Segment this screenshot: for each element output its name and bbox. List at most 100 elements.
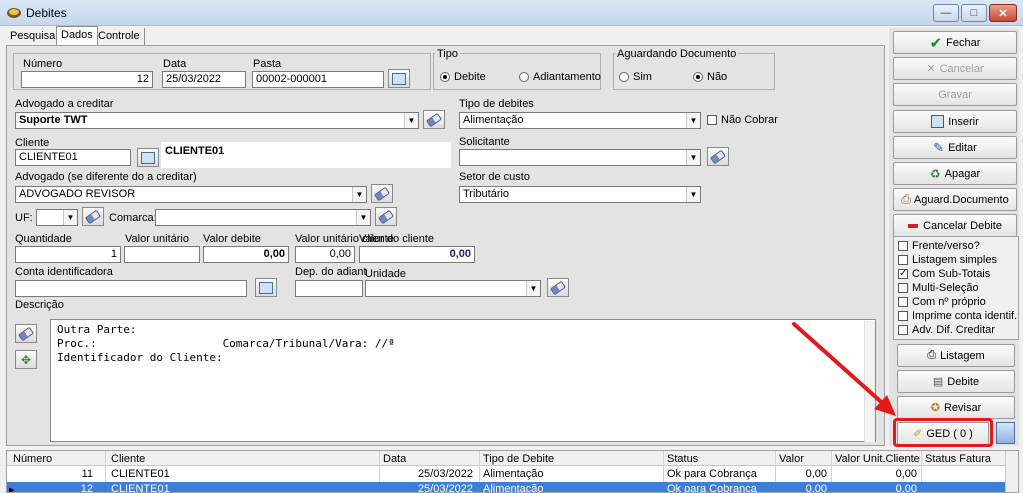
- dep-adiant-field[interactable]: [295, 280, 363, 297]
- app-logo-icon: [7, 8, 21, 18]
- grid-scrollbar[interactable]: [1005, 451, 1018, 492]
- option-com-numero-proprio[interactable]: Com nº próprio: [898, 296, 986, 308]
- data-field[interactable]: 25/03/2022: [162, 71, 246, 88]
- debite-button[interactable]: ▤ Debite: [897, 370, 1015, 393]
- advogado-credit-select[interactable]: Suporte TWT ▼: [15, 112, 419, 129]
- pasta-field[interactable]: 00002-000001: [252, 71, 384, 88]
- advogado-select[interactable]: ADVOGADO REVISOR ▼: [15, 186, 367, 203]
- cancelar-debite-button[interactable]: Cancelar Debite: [893, 214, 1017, 237]
- close-button[interactable]: ✕: [989, 4, 1017, 22]
- gravar-button[interactable]: Gravar: [893, 83, 1017, 106]
- descricao-textarea[interactable]: Outra Parte: Proc.: Comarca/Tribunal/Var…: [50, 319, 876, 442]
- nao-cobrar-checkbox[interactable]: Não Cobrar: [707, 114, 778, 126]
- eraser-icon: [84, 209, 102, 224]
- chevron-down-icon: ▼: [686, 113, 700, 128]
- clear-descricao-button[interactable]: [15, 324, 37, 343]
- search-icon: [259, 281, 273, 294]
- tipo-debites-label: Tipo de debites: [459, 98, 534, 110]
- check-icon: ✔: [929, 34, 943, 52]
- maximize-button[interactable]: □: [961, 4, 987, 22]
- pencil-icon: ✎: [933, 139, 945, 155]
- numero-field[interactable]: 12: [21, 71, 153, 88]
- col-valor[interactable]: Valor: [779, 453, 804, 465]
- valor-unitario-field[interactable]: [124, 246, 200, 263]
- cancelar-button[interactable]: ✕ Cancelar: [893, 57, 1017, 80]
- conta-lookup-button[interactable]: [255, 278, 277, 297]
- clear-advogado-credit-button[interactable]: [423, 110, 445, 129]
- setor-select[interactable]: Tributário ▼: [459, 186, 701, 203]
- aguard-documento-button[interactable]: ⎙ Aguard.Documento: [893, 188, 1017, 211]
- revisar-icon: ✪: [930, 402, 940, 414]
- advogado-credit-label: Advogado a creditar: [15, 98, 114, 110]
- dep-adiant-label: Dep. do adiant: [295, 266, 367, 278]
- col-data[interactable]: Data: [383, 453, 406, 465]
- col-cliente[interactable]: Cliente: [111, 453, 145, 465]
- tipo-debite-radio[interactable]: Debite: [440, 71, 486, 83]
- uf-select[interactable]: ▼: [36, 209, 78, 226]
- options-group: Frente/verso? Listagem simples ✓ Com Sub-…: [893, 236, 1019, 340]
- inserir-button[interactable]: Inserir: [893, 110, 1017, 133]
- conta-field[interactable]: [15, 280, 247, 297]
- chevron-down-icon: ▼: [356, 210, 370, 225]
- col-status[interactable]: Status: [667, 453, 698, 465]
- clear-comarca-button[interactable]: [375, 207, 397, 226]
- table-row[interactable]: 11 CLIENTE01 25/03/2022 Alimentação Ok p…: [7, 467, 1007, 481]
- solicitante-select[interactable]: ▼: [459, 149, 701, 166]
- col-valor-unit-cliente[interactable]: Valor Unit.Cliente: [835, 453, 920, 465]
- clear-solicitante-button[interactable]: [707, 147, 729, 166]
- window-title: Debites: [26, 6, 67, 20]
- option-imprime-conta[interactable]: Imprime conta identif.: [898, 310, 1017, 322]
- title-bar: Debites — □ ✕: [0, 0, 1023, 26]
- cancel-icon: ✕: [926, 63, 936, 75]
- tipo-adiantamento-radio[interactable]: Adiantamento: [519, 71, 601, 83]
- valor-debite-field[interactable]: 0,00: [203, 246, 289, 263]
- comarca-select[interactable]: ▼: [155, 209, 371, 226]
- editar-button[interactable]: ✎ Editar: [893, 136, 1017, 159]
- option-multi-selecao[interactable]: Multi-Seleção: [898, 282, 979, 294]
- printer-icon: ⎙: [901, 192, 911, 206]
- table-row-selected[interactable]: ▸ 12 CLIENTE01 25/03/2022 Alimentação Ok…: [7, 482, 1007, 492]
- eraser-icon: [549, 280, 567, 295]
- clear-advogado-button[interactable]: [371, 184, 393, 203]
- fechar-button[interactable]: ✔ Fechar: [893, 31, 1017, 54]
- tipo-debites-select[interactable]: Alimentação ▼: [459, 112, 701, 129]
- tab-dados[interactable]: Dados: [56, 26, 98, 46]
- eraser-icon: [709, 149, 727, 164]
- expand-descricao-button[interactable]: ✥: [15, 350, 37, 369]
- cliente-lookup-button[interactable]: [137, 148, 159, 167]
- minimize-button[interactable]: —: [933, 4, 959, 22]
- cliente-field[interactable]: CLIENTE01: [15, 149, 131, 166]
- col-status-fatura[interactable]: Status Fatura: [925, 453, 991, 465]
- print-small-button[interactable]: [996, 422, 1015, 444]
- aguardando-nao-radio[interactable]: Não: [693, 71, 727, 83]
- apagar-button[interactable]: ♻ Apagar: [893, 162, 1017, 185]
- red-arrow-icon: [792, 322, 896, 416]
- aguardando-sim-radio[interactable]: Sim: [619, 71, 652, 83]
- clear-uf-button[interactable]: [82, 207, 104, 226]
- tab-controle[interactable]: Controle: [94, 28, 145, 46]
- valor-debite-label: Valor debite: [203, 233, 261, 245]
- valor-cliente-field[interactable]: 0,00: [359, 246, 475, 263]
- option-frente-verso[interactable]: Frente/verso?: [898, 240, 980, 252]
- quantidade-field[interactable]: 1: [15, 246, 121, 263]
- option-com-sub-totais[interactable]: ✓ Com Sub-Totais: [898, 268, 990, 280]
- col-numero[interactable]: Número: [13, 453, 52, 465]
- chevron-down-icon: ▼: [686, 150, 700, 165]
- valor-unitario-cliente-field[interactable]: 0,00: [295, 246, 355, 263]
- expand-icon: ✥: [20, 352, 32, 367]
- unidade-select[interactable]: ▼: [365, 280, 541, 297]
- eraser-icon: [17, 326, 35, 341]
- delete-icon: ♻: [929, 166, 941, 181]
- tipo-label: Tipo: [435, 48, 460, 60]
- clear-unidade-button[interactable]: [547, 278, 569, 297]
- tab-pesquisa[interactable]: Pesquisa: [6, 28, 59, 46]
- option-listagem-simples[interactable]: Listagem simples: [898, 254, 997, 266]
- revisar-button[interactable]: ✪ Revisar: [897, 396, 1015, 419]
- col-tipo-debite[interactable]: Tipo de Debite: [483, 453, 554, 465]
- pasta-lookup-button[interactable]: [388, 69, 410, 88]
- advogado-label: Advogado (se diferente do a creditar): [15, 171, 197, 183]
- listagem-button[interactable]: ⎙ Listagem: [897, 344, 1015, 367]
- option-adv-dif-creditar[interactable]: Adv. Dif. Creditar: [898, 324, 995, 336]
- eraser-icon: [377, 209, 395, 224]
- numero-label: Número: [23, 58, 63, 70]
